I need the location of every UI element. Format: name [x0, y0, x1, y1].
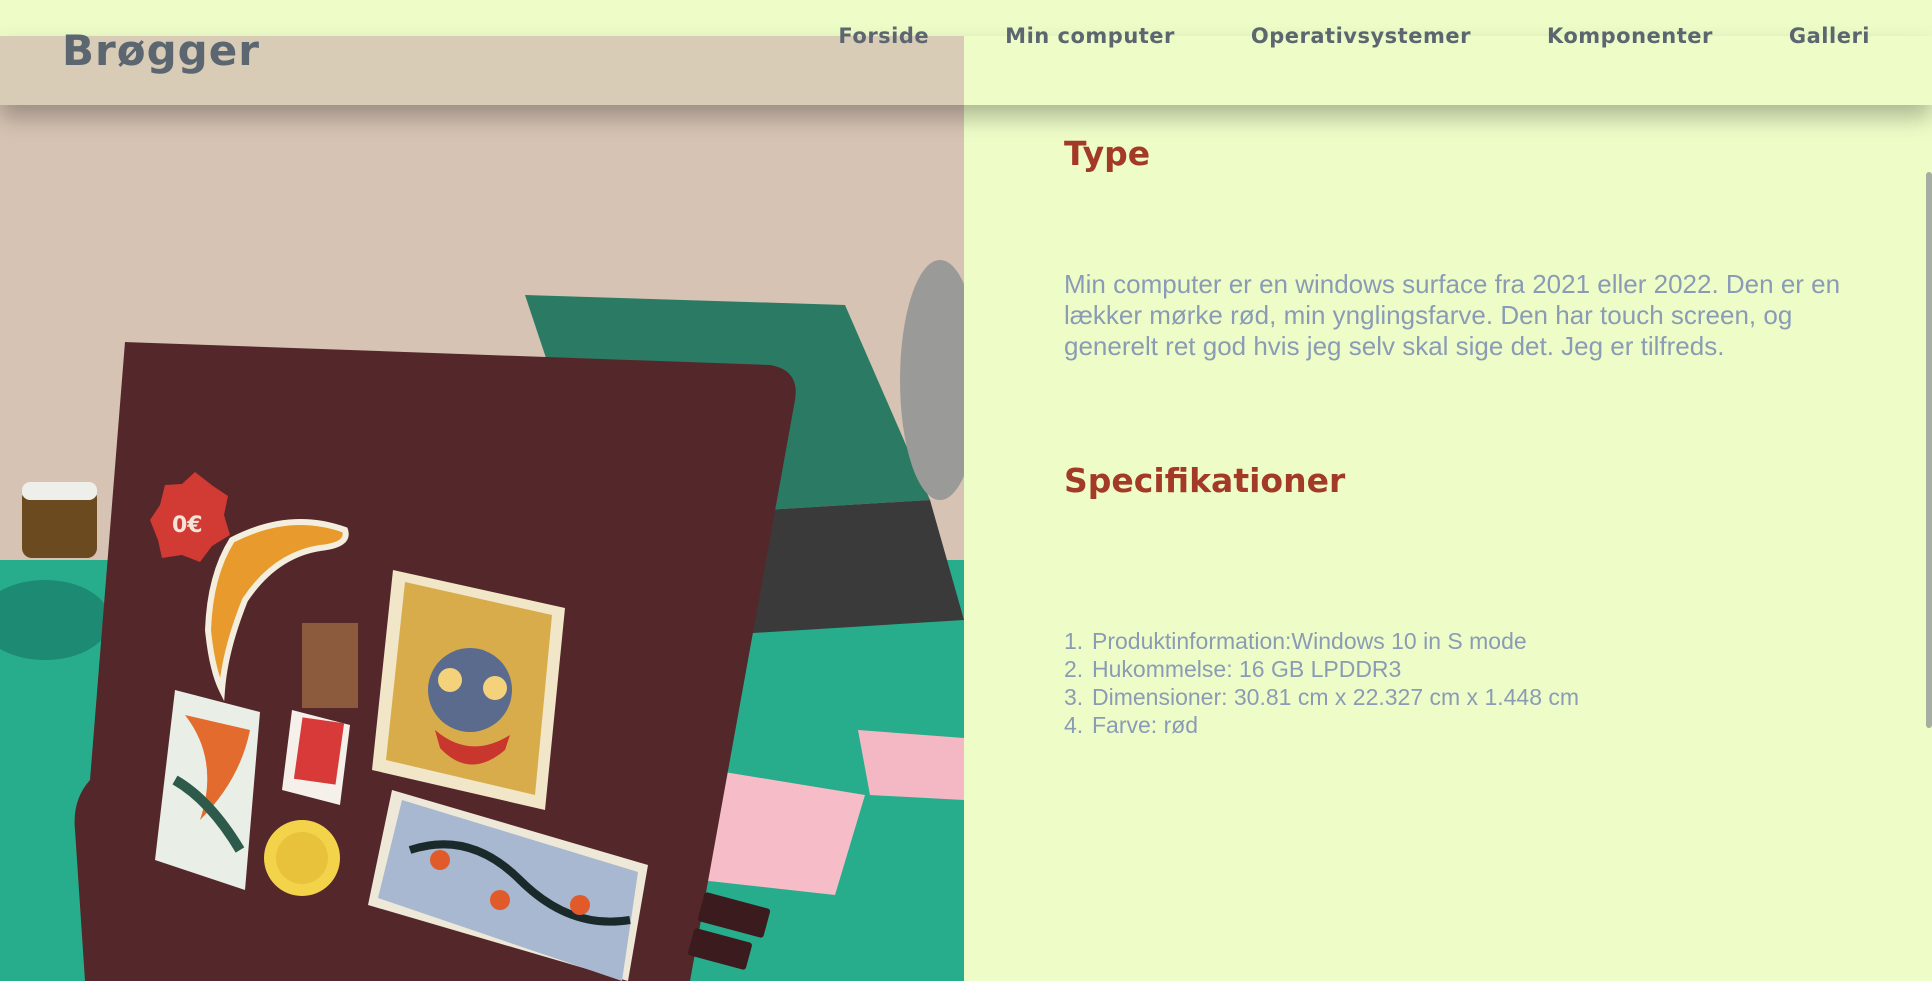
laptop-photo-illustration: 0€	[0, 0, 964, 981]
nav-item-galleri[interactable]: Galleri	[1789, 24, 1870, 48]
spec-text: Dimensioner: 30.81 cm x 22.327 cm x 1.44…	[1092, 684, 1580, 710]
spec-heading: Specifikationer	[1064, 461, 1346, 500]
spec-text: Produktinformation:Windows 10 in S mode	[1092, 628, 1527, 654]
type-heading: Type	[1064, 134, 1151, 173]
spec-list: 1. Produktinformation:Windows 10 in S mo…	[1064, 627, 1579, 739]
nav-item-operativsystemer[interactable]: Operativsystemer	[1251, 24, 1471, 48]
spec-item: 2. Hukommelse: 16 GB LPDDR3	[1064, 655, 1579, 683]
spec-text: Farve: rød	[1092, 712, 1199, 738]
main-nav: Forside Min computer Operativsystemer Ko…	[838, 24, 1870, 48]
spec-item: 4. Farve: rød	[1064, 711, 1579, 739]
sticker-text: 0€	[172, 513, 203, 538]
laptop-photo: 0€	[0, 0, 964, 981]
nav-item-forside[interactable]: Forside	[838, 24, 929, 48]
spec-text: Hukommelse: 16 GB LPDDR3	[1092, 656, 1402, 682]
spec-number: 1.	[1064, 628, 1084, 654]
spec-item: 3. Dimensioner: 30.81 cm x 22.327 cm x 1…	[1064, 683, 1579, 711]
spec-number: 4.	[1064, 712, 1084, 738]
nav-item-komponenter[interactable]: Komponenter	[1547, 24, 1713, 48]
spec-number: 2.	[1064, 656, 1084, 682]
site-logo[interactable]: Brøgger	[62, 26, 260, 75]
type-paragraph: Min computer er en windows surface fra 2…	[1064, 269, 1841, 361]
scrollbar-thumb[interactable]	[1926, 172, 1932, 728]
spec-number: 3.	[1064, 684, 1084, 710]
spec-item: 1. Produktinformation:Windows 10 in S mo…	[1064, 627, 1579, 655]
nav-item-min-computer[interactable]: Min computer	[1005, 24, 1175, 48]
